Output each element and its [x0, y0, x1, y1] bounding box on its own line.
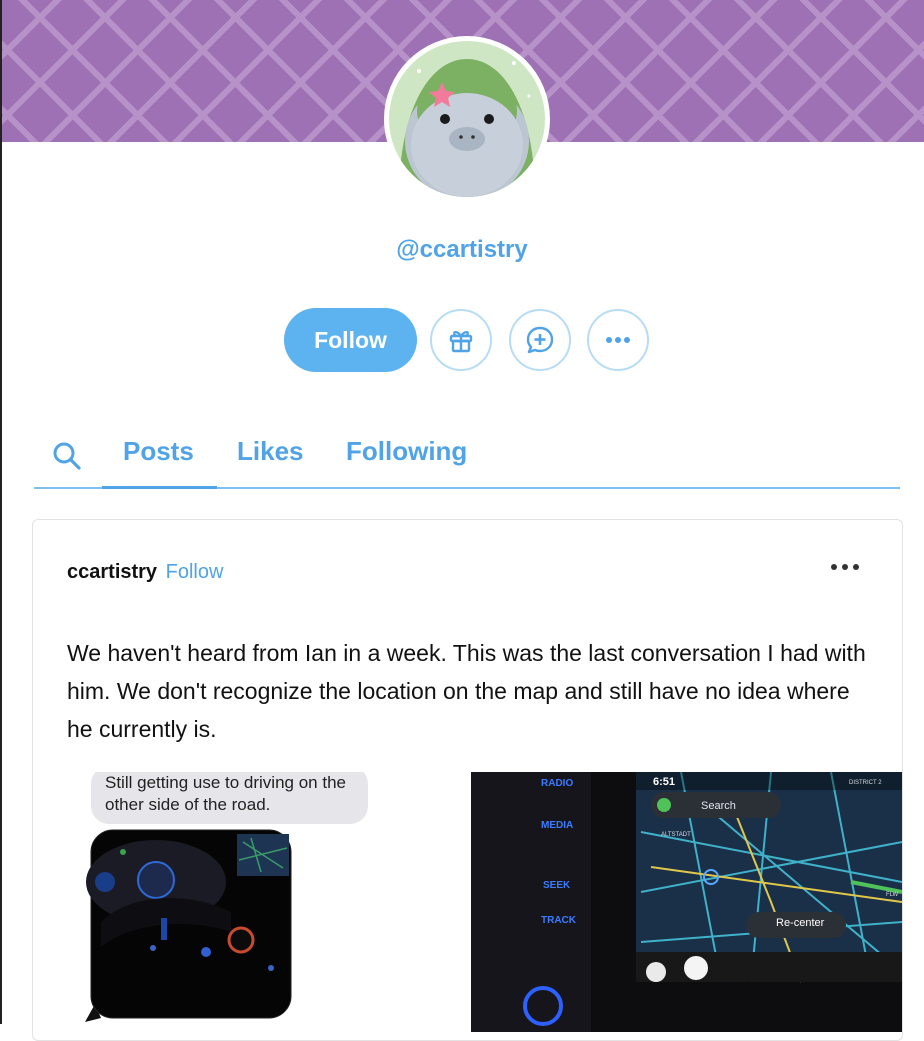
chat-plus-icon	[526, 326, 554, 354]
seek-button-label: SEEK	[543, 880, 571, 891]
message-button[interactable]	[509, 309, 571, 371]
post-image-car-screen[interactable]: RADIO MEDIA SEEK TRACK 6:51 Search ALTST…	[471, 772, 902, 1032]
avatar[interactable]	[384, 36, 550, 202]
clock-label: 6:51	[653, 776, 676, 788]
radio-button-label: RADIO	[541, 778, 574, 789]
car-navigation-photo	[471, 772, 902, 1032]
profile-tabs: Posts Likes Following	[34, 420, 900, 489]
district-label: DISTRICT 2	[849, 780, 882, 786]
tab-following[interactable]: Following	[346, 436, 467, 467]
post-more-button[interactable]	[830, 558, 860, 576]
gift-icon	[449, 331, 473, 353]
nav-search-label: Search	[701, 800, 736, 812]
ellipsis-icon	[831, 564, 859, 570]
ellipsis-icon	[606, 337, 630, 343]
post-author-name[interactable]: ccartistry	[67, 561, 157, 583]
flw-label: FLW	[886, 892, 899, 898]
more-options-button[interactable]	[587, 309, 649, 371]
search-icon[interactable]	[52, 441, 82, 471]
profile-username[interactable]: @ccartistry	[0, 236, 924, 264]
post-body-text: We haven't heard from Ian in a week. Thi…	[67, 640, 866, 742]
post-image-message[interactable]: Still getting use to driving on the othe…	[61, 772, 465, 1032]
post-follow-link[interactable]: Follow	[166, 561, 224, 583]
recenter-label: Re-center	[776, 917, 825, 929]
media-button-label: MEDIA	[541, 820, 574, 831]
follow-button[interactable]: Follow	[284, 308, 417, 372]
active-tab-indicator	[102, 486, 217, 489]
manatee-avatar-image	[389, 41, 545, 197]
tab-likes[interactable]: Likes	[237, 436, 304, 467]
car-dashboard-photo	[85, 829, 292, 1022]
window-edge	[0, 0, 2, 1024]
track-button-label: TRACK	[541, 915, 576, 926]
post-card: ccartistry Follow We haven't heard from …	[32, 519, 903, 1041]
post-author: ccartistry Follow	[67, 561, 223, 584]
gift-button[interactable]	[430, 309, 492, 371]
tab-posts[interactable]: Posts	[123, 436, 194, 467]
altstadt-label: ALTSTADT	[661, 832, 691, 838]
